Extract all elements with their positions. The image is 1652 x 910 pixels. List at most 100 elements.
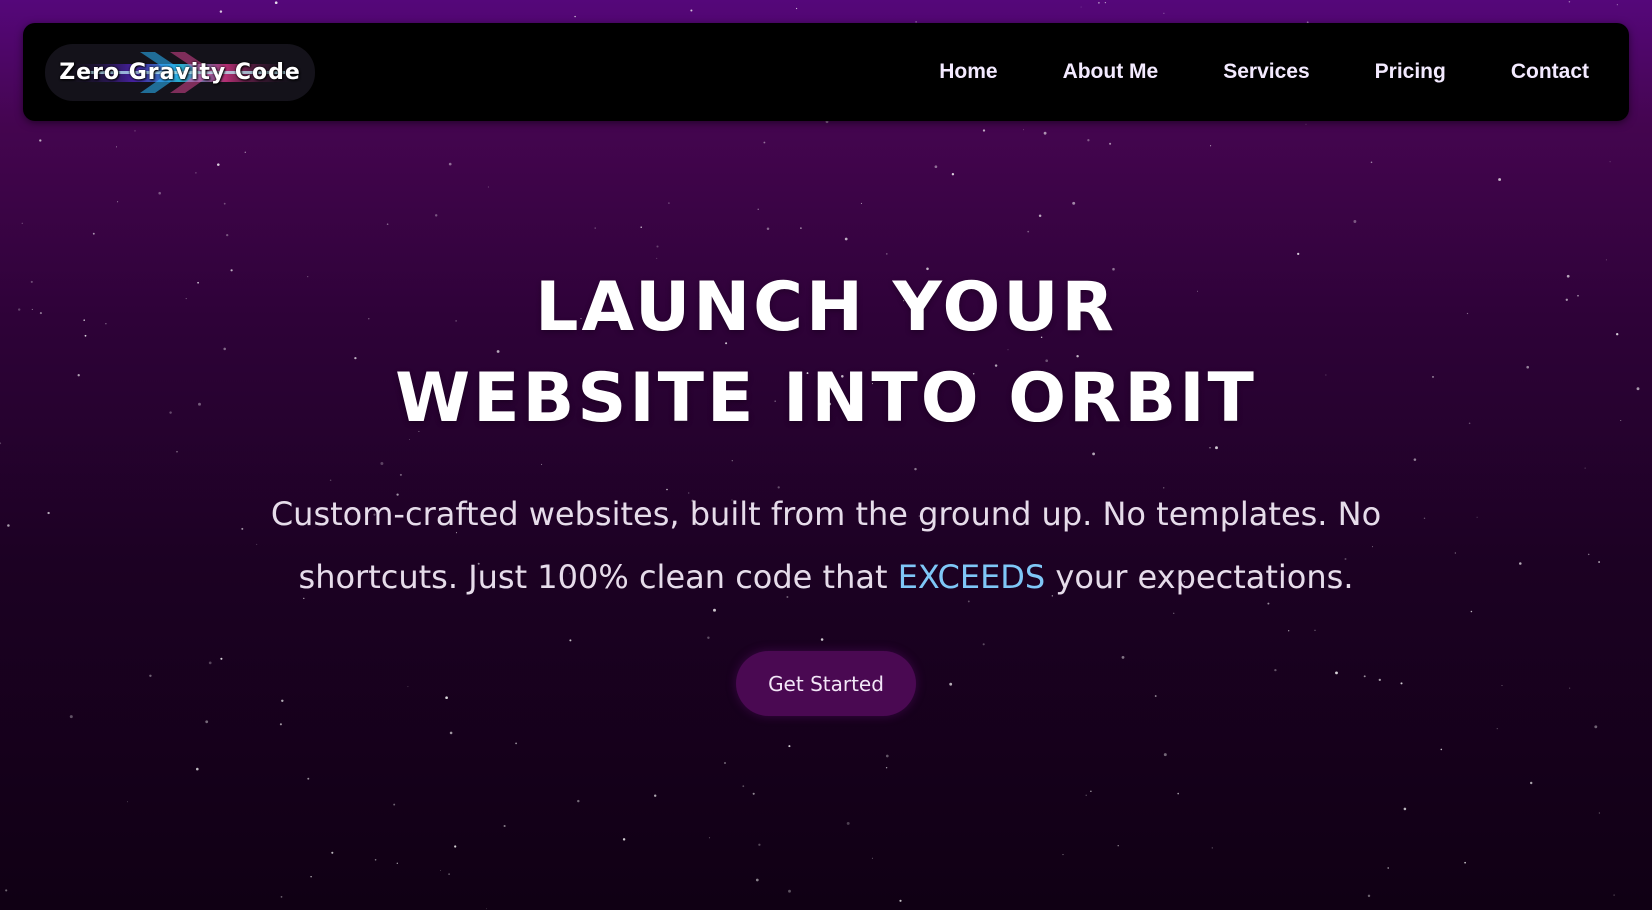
star	[486, 908, 487, 910]
nav-link-contact[interactable]: Contact	[1511, 60, 1589, 84]
star	[654, 794, 657, 797]
star	[541, 463, 543, 465]
navbar: Zero Gravity Code Home About Me Services…	[23, 23, 1629, 121]
star	[1598, 561, 1601, 563]
nav-link-home[interactable]: Home	[939, 60, 997, 84]
star	[1211, 847, 1213, 849]
star	[92, 232, 95, 235]
star	[1085, 794, 1087, 796]
star	[380, 462, 384, 465]
star	[1274, 668, 1277, 672]
star	[449, 731, 453, 735]
star	[886, 253, 888, 255]
star	[1109, 142, 1112, 145]
star	[1605, 259, 1607, 261]
star	[1288, 630, 1290, 632]
star	[205, 720, 209, 724]
nav-link-pricing[interactable]: Pricing	[1375, 60, 1446, 84]
star	[796, 7, 798, 10]
star	[1090, 790, 1092, 792]
star	[176, 450, 178, 453]
star	[752, 792, 755, 795]
star	[1097, 1, 1100, 4]
star	[1569, 687, 1571, 689]
star	[1464, 861, 1466, 864]
star	[640, 226, 642, 228]
hero-subtitle-line-2: shortcuts. Just 100% clean code that EXC…	[299, 558, 1354, 596]
star	[69, 715, 73, 719]
star	[116, 146, 117, 148]
star	[1027, 230, 1030, 233]
star	[448, 873, 450, 875]
star	[1568, 0, 1571, 3]
star	[195, 172, 197, 174]
star	[1403, 807, 1407, 811]
star	[217, 163, 220, 166]
star	[1173, 612, 1175, 614]
star	[1529, 781, 1533, 785]
star	[226, 233, 229, 237]
star	[1177, 792, 1179, 795]
star	[1104, 1, 1107, 4]
star	[800, 227, 802, 229]
star	[196, 767, 199, 771]
nav-link-services[interactable]: Services	[1223, 60, 1309, 84]
star	[399, 473, 402, 476]
star	[1209, 447, 1211, 449]
star	[758, 843, 761, 846]
star	[1501, 684, 1503, 687]
star	[1587, 553, 1590, 556]
star	[1613, 894, 1615, 896]
nav-link-about-me[interactable]: About Me	[1063, 60, 1159, 84]
star	[668, 202, 670, 204]
star	[149, 674, 152, 678]
star	[708, 837, 711, 839]
logo[interactable]: Zero Gravity Code	[45, 44, 315, 101]
star	[871, 857, 873, 859]
star	[1598, 812, 1601, 814]
get-started-button[interactable]: Get Started	[736, 651, 916, 716]
star	[914, 467, 917, 471]
star	[656, 245, 659, 248]
star	[386, 223, 389, 226]
star	[1470, 610, 1473, 613]
starfield-background	[0, 0, 1640, 910]
star	[690, 9, 693, 12]
hero-subtitle-highlight: EXCEEDS	[897, 558, 1046, 596]
hero-subtitle-text-a: shortcuts. Just 100% clean code that	[298, 558, 898, 596]
star	[1062, 854, 1064, 856]
star	[274, 1, 278, 5]
star	[1210, 145, 1212, 147]
star	[1387, 867, 1390, 869]
star	[208, 661, 212, 665]
star	[1370, 161, 1373, 164]
hero-subtitle-line-1: Custom-crafted websites, built from the …	[270, 495, 1382, 533]
star	[788, 889, 791, 893]
hero-title: LAUNCH YOUR WEBSITE INTO ORBIT	[0, 262, 1652, 444]
star	[279, 723, 282, 726]
star	[951, 173, 955, 176]
star	[117, 201, 119, 203]
star	[820, 638, 824, 641]
star	[713, 608, 716, 612]
hero-title-line-2: WEBSITE INTO ORBIT	[395, 359, 1257, 438]
hero-subtitle-text-b: your expectations.	[1045, 558, 1354, 596]
star	[1378, 678, 1381, 682]
star	[1496, 728, 1498, 730]
star	[1335, 671, 1338, 675]
star	[5, 889, 8, 892]
star	[742, 785, 745, 788]
star	[885, 754, 889, 758]
logo-text: Zero Gravity Code	[59, 60, 301, 85]
star	[1092, 452, 1095, 456]
star	[47, 511, 50, 515]
star	[307, 777, 310, 780]
star	[134, 130, 136, 132]
star	[1305, 123, 1307, 125]
star	[1087, 139, 1090, 142]
star	[1072, 201, 1076, 205]
star	[934, 165, 938, 169]
star	[1498, 178, 1502, 181]
star	[440, 869, 442, 871]
star	[1038, 214, 1042, 217]
